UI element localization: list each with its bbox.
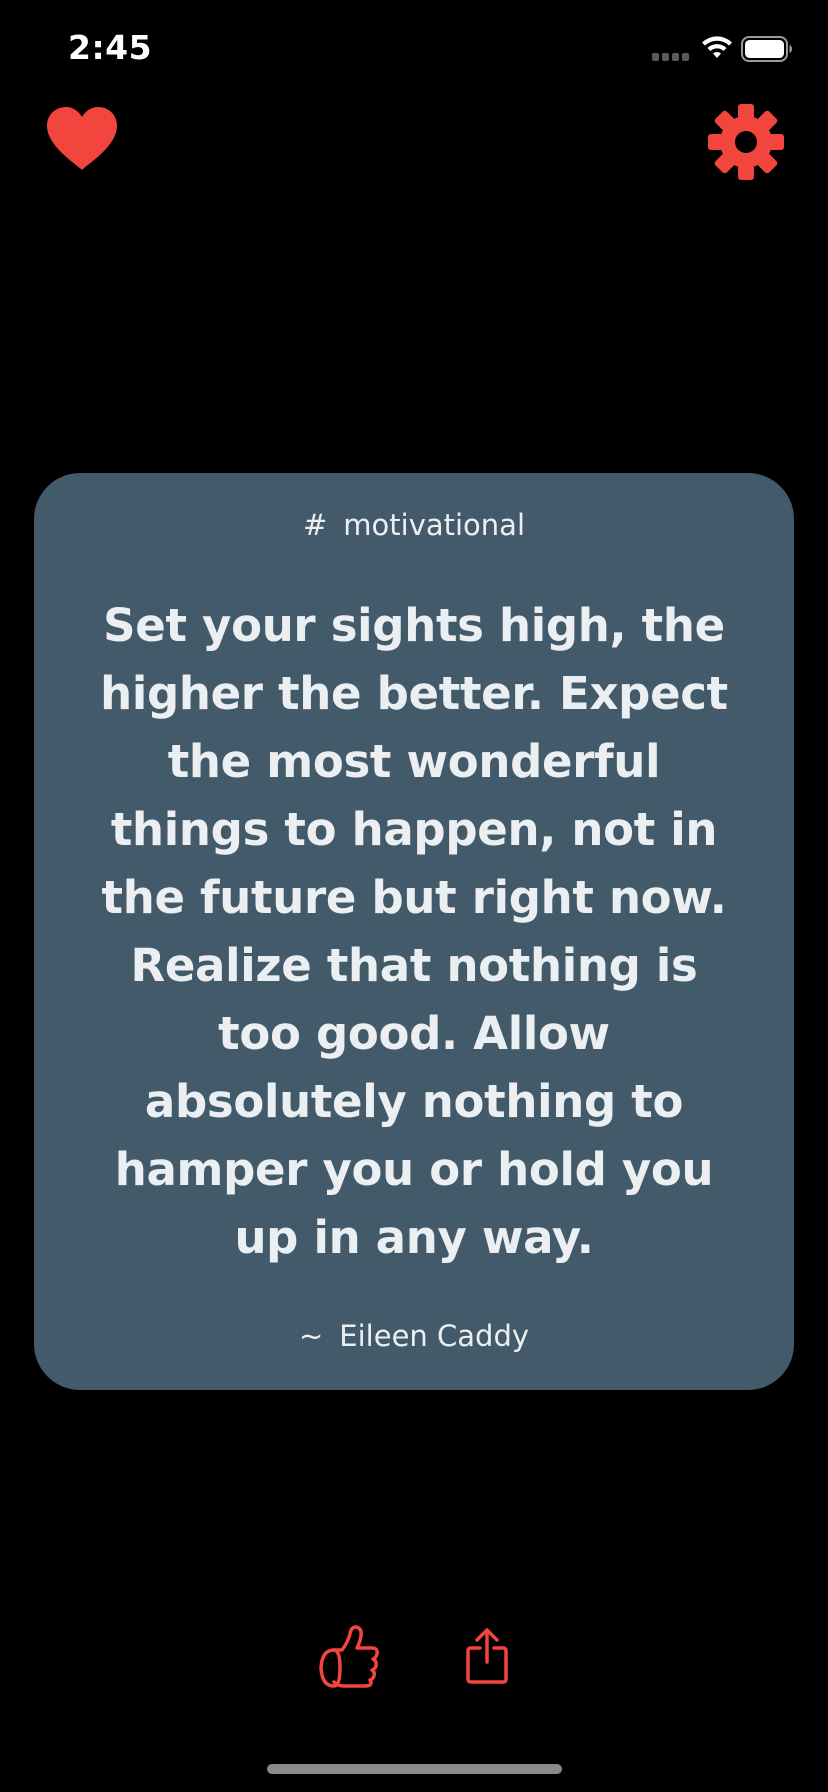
settings-button[interactable] — [708, 104, 784, 180]
like-button[interactable] — [318, 1624, 380, 1688]
status-time: 2:45 — [68, 28, 153, 67]
favorites-button[interactable] — [44, 104, 120, 174]
cellular-signal-icon — [652, 53, 689, 61]
author-name: Eileen Caddy — [339, 1319, 530, 1353]
author-tilde: ~ — [298, 1319, 324, 1353]
battery-icon — [741, 36, 792, 62]
wifi-icon — [702, 36, 732, 58]
status-bar: 2:45 — [0, 0, 828, 100]
share-icon — [466, 1628, 508, 1684]
category-tag[interactable]: # motivational — [34, 508, 794, 542]
quote-author: ~ Eileen Caddy — [34, 1319, 794, 1353]
category-hash: # — [302, 508, 328, 542]
share-button[interactable] — [466, 1628, 508, 1684]
heart-icon — [47, 107, 117, 170]
gear-icon — [708, 104, 784, 180]
quote-card[interactable]: # motivational Set your sights high, the … — [34, 473, 794, 1390]
category-label: motivational — [343, 508, 526, 542]
thumbs-up-icon — [319, 1625, 379, 1688]
home-indicator[interactable] — [267, 1764, 562, 1774]
quote-text: Set your sights high, the higher the bet… — [100, 599, 728, 1264]
